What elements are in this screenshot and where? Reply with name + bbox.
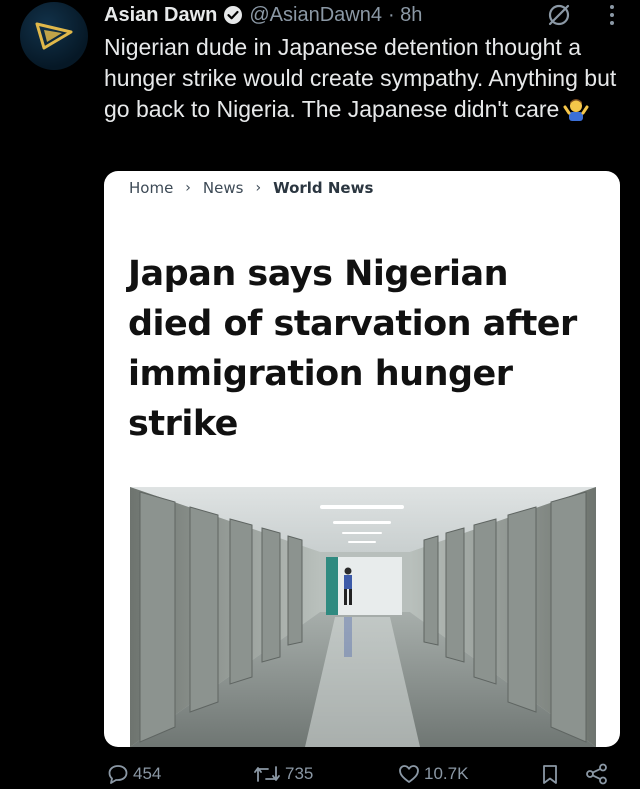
man-shrugging-emoji-icon xyxy=(563,95,589,129)
more-options-icon[interactable] xyxy=(610,5,614,25)
verified-badge-icon xyxy=(223,5,243,25)
grok-icon[interactable] xyxy=(546,2,572,28)
repost-button[interactable]: 735 xyxy=(253,763,313,785)
tweet-text-body: Nigerian dude in Japanese detention thou… xyxy=(104,34,617,122)
author-name[interactable]: Asian Dawn xyxy=(104,4,217,27)
heart-icon xyxy=(399,765,419,783)
author-handle[interactable]: @AsianDawn4 xyxy=(249,4,382,27)
share-icon xyxy=(586,763,607,785)
breadcrumb: Home › News › World News xyxy=(129,179,373,197)
share-button[interactable] xyxy=(585,763,609,785)
reply-icon xyxy=(108,765,128,784)
tweet[interactable]: Asian Dawn @AsianDawn4 · 8h Nigerian dud… xyxy=(104,0,624,129)
reply-count: 454 xyxy=(133,764,162,783)
chevron-right-icon: › xyxy=(185,180,191,196)
article-headline[interactable]: Japan says Nigerian died of starvation a… xyxy=(128,249,598,449)
repost-count: 735 xyxy=(285,764,314,783)
asian-dawn-logo-icon xyxy=(35,22,73,50)
reply-button[interactable]: 454 xyxy=(107,763,161,785)
tweet-text: Nigerian dude in Japanese detention thou… xyxy=(104,32,624,129)
detention-corridor-photo[interactable] xyxy=(130,487,596,747)
bookmark-icon xyxy=(543,765,557,784)
action-bar: 454 735 10.7K xyxy=(107,763,627,789)
repost-icon xyxy=(254,766,280,782)
tweet-header: Asian Dawn @AsianDawn4 · 8h xyxy=(104,0,624,30)
breadcrumb-news[interactable]: News xyxy=(203,179,244,197)
breadcrumb-home[interactable]: Home xyxy=(129,179,173,197)
chevron-right-icon: › xyxy=(255,180,262,196)
like-button[interactable]: 10.7K xyxy=(398,763,468,785)
bookmark-button[interactable] xyxy=(540,763,560,785)
tweet-time: · 8h xyxy=(387,3,423,26)
avatar[interactable] xyxy=(20,2,88,70)
like-count: 10.7K xyxy=(424,764,469,783)
breadcrumb-world-news[interactable]: World News xyxy=(273,179,373,197)
article-card[interactable]: Home › News › World News Japan says Nige… xyxy=(104,171,620,747)
